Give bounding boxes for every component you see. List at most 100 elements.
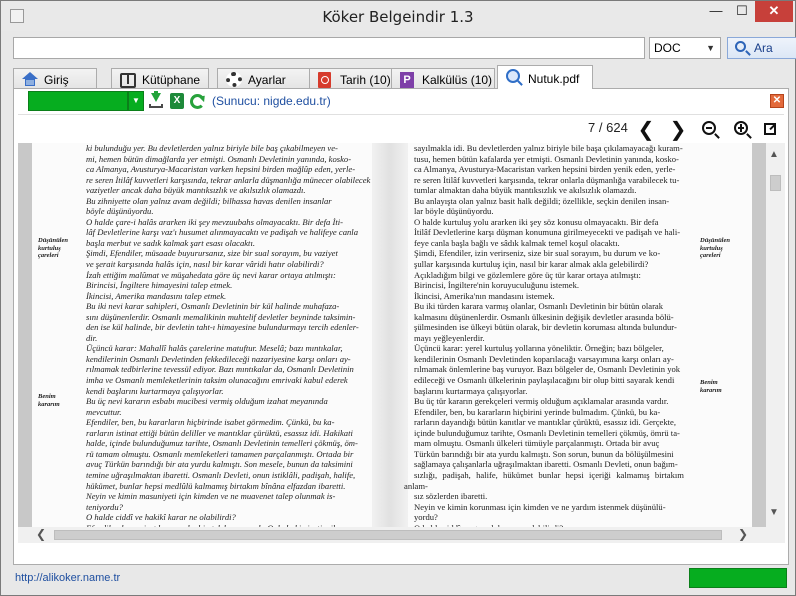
- text-line: sını düşünenlerdir. Osmanlı memalikinin …: [86, 311, 356, 322]
- close-button[interactable]: ✕: [755, 1, 793, 22]
- scroll-down-icon[interactable]: ▼: [769, 507, 779, 518]
- scroll-up-icon[interactable]: ▲: [769, 149, 779, 160]
- text-line: ca Almanya, Avusturya-Macaristan varken …: [414, 164, 676, 175]
- text-line: başlarını kurtarmaya çalışıyorlar.: [414, 385, 528, 396]
- text-line: Birincisi, İngiltere'nin koruyuculuğunu …: [414, 280, 580, 291]
- search-input[interactable]: [13, 37, 645, 59]
- format-select[interactable]: DOC ▼: [649, 37, 721, 59]
- text-line: O halde ciddî ve hakikî karar ne olabili…: [86, 512, 236, 523]
- tab-bar: Giriş Kütüphane Ayarlar Tarih (10) P Kal…: [13, 65, 789, 89]
- horizontal-scrollbar[interactable]: ❮ ❯: [18, 527, 766, 543]
- text-line: rarların dayandığı bütün kanıtlar ve man…: [414, 417, 677, 428]
- progress-bar: [689, 568, 787, 588]
- previous-page-icon[interactable]: ❮: [634, 117, 658, 141]
- home-icon: [22, 72, 38, 87]
- text-line: dir.: [86, 332, 98, 343]
- tab-kalkulus[interactable]: P Kalkülüs (10): [391, 68, 495, 89]
- text-line: rılmamak önlemlerine baş vuruyor. Bazı b…: [414, 364, 681, 375]
- text-line: vaziyetler ancak daha büyük mantıksızlık…: [86, 185, 306, 196]
- excel-icon[interactable]: X: [170, 93, 184, 109]
- page-separator: /: [598, 120, 603, 135]
- status-url[interactable]: http://alikoker.name.tr: [15, 572, 120, 584]
- text-line: sağlamaya çalışanlarla uğraşılmaktan iba…: [414, 459, 678, 470]
- text-line: edileceği ve Osmanlı ülkelerinin paylaşı…: [414, 375, 675, 386]
- text-line: feye canla başla bağlı ve sâdık kalmak t…: [414, 237, 620, 248]
- scroll-right-icon[interactable]: ❯: [738, 527, 748, 541]
- page-total: 624: [606, 120, 628, 135]
- text-line: sız sözlerden ibaretti.: [414, 491, 488, 502]
- download-icon[interactable]: [148, 91, 164, 109]
- vertical-scroll-thumb[interactable]: [770, 175, 781, 191]
- chevron-down-icon[interactable]: ▼: [128, 91, 144, 111]
- text-line: O halde kurtuluş yolu ararken iki şey sö…: [414, 216, 659, 227]
- vertical-scrollbar[interactable]: ▲ ▼: [766, 143, 785, 527]
- text-line: avuç Türkün barındığı bir ata yurdu kalm…: [86, 459, 353, 470]
- search-button[interactable]: Ara: [727, 37, 796, 59]
- tab-giris[interactable]: Giriş: [13, 68, 97, 89]
- tab-label: Kalkülüs (10): [422, 73, 493, 87]
- text-line: İkincisi, Amerika mandasını talep etmek.: [86, 290, 227, 301]
- text-line: O halde çare-i halâs ararken iki şey mev…: [86, 216, 343, 227]
- text-line: halde, içinde bulunduğumuz tarihte, Osma…: [86, 438, 358, 449]
- text-line: Efendiler, ben, bu kararların hiçbirinde…: [86, 417, 335, 428]
- text-line: kalmasını düşünenlerdir. Osmanlı ülkesin…: [414, 311, 674, 322]
- tab-tarih[interactable]: Tarih (10): [309, 68, 393, 89]
- tab-nutuk[interactable]: Nutuk.pdf: [497, 65, 593, 89]
- fit-page-icon[interactable]: [764, 123, 776, 135]
- text-line: Bu zihniyette olan yalnız avam değildi; …: [86, 195, 332, 206]
- refresh-icon[interactable]: [190, 94, 205, 109]
- app-window: Köker Belgeindir 1.3 — ☐ ✕ DOC ▼ Ara Gir…: [0, 0, 796, 596]
- text-line: re seren İtilâf kuvvetleri karşısında, t…: [86, 174, 371, 185]
- next-page-icon[interactable]: ❯: [666, 117, 690, 141]
- text-line: temine uğraşılmaktan ibaretti. Osmanlı D…: [86, 469, 356, 480]
- right-text-column: sayılmakla idi. Bu devletlerden yalnız b…: [404, 143, 684, 543]
- chevron-down-icon: ▼: [706, 43, 715, 53]
- minimize-button[interactable]: —: [703, 1, 729, 22]
- text-line: lar böyle düşünüyordu.: [414, 206, 494, 217]
- text-line: Bu iki türden karara varmış olanlar, Osm…: [414, 301, 664, 312]
- format-select-value: DOC: [654, 41, 681, 55]
- text-line: Bu iki nevi karar sahipleri, Osmanlı Dev…: [86, 301, 340, 312]
- text-line: İtilâf Devletlerine karşı düşman konumun…: [414, 227, 681, 238]
- close-tab-icon[interactable]: ✕: [770, 94, 784, 108]
- text-line: Birincisi, İngiltere himayesini talep et…: [86, 280, 233, 291]
- text-line: hükümet, bunlar hepsi medlûlü kalmamış b…: [86, 480, 346, 491]
- text-line: Üçüncü karar: yerel kurtuluş yollarına y…: [414, 343, 664, 354]
- search-doc-icon: [506, 69, 520, 83]
- text-line: Açıkladığım bilgi ve gözlemlere göre üç …: [414, 269, 641, 280]
- text-line: mevcuttur.: [86, 406, 122, 417]
- tab-kutuphane[interactable]: Kütüphane: [111, 68, 209, 89]
- source-combo[interactable]: [28, 91, 128, 111]
- text-line: rarların istinat ettiği bütün deliller v…: [86, 427, 353, 438]
- margin-note: Düşünülen kurtuluş çareleri: [700, 237, 730, 259]
- text-line: tusu, hemen bütün kafalarda yer etmişti.…: [414, 153, 679, 164]
- document-view[interactable]: ki bulunduğu yer. Bu devletlerden yalnız…: [18, 143, 785, 543]
- status-bar: http://alikoker.name.tr: [1, 565, 795, 595]
- zoom-out-icon[interactable]: [702, 121, 716, 135]
- scroll-left-icon[interactable]: ❮: [36, 527, 46, 541]
- margin-note: Düşünülen kurtuluş çareleri: [38, 237, 68, 259]
- maximize-button[interactable]: ☐: [729, 1, 755, 22]
- title-bar[interactable]: Köker Belgeindir 1.3 — ☐ ✕: [1, 1, 795, 31]
- text-line: İkincisi, Amerika'nın mandasını istemek.: [414, 290, 555, 301]
- tab-ayarlar[interactable]: Ayarlar: [217, 68, 311, 89]
- text-line: rü tamam olmuştu. Osmanlı memleketleri t…: [86, 448, 354, 459]
- zoom-in-icon[interactable]: [734, 121, 748, 135]
- server-label: (Sunucu: nigde.edu.tr): [212, 94, 331, 108]
- text-line: sızlığı, padişah, halife, hükümet bunlar…: [404, 469, 684, 491]
- text-line: Bu üç tür kararın gerekçeleri vermiş old…: [414, 396, 669, 407]
- search-button-label: Ara: [754, 41, 773, 55]
- horizontal-scroll-thumb[interactable]: [54, 530, 722, 540]
- text-line: mam olmuştu. Osmanlı ülkeleri tümüyle pa…: [414, 438, 660, 449]
- text-line: mayı yeğleyenlerdir.: [414, 332, 485, 343]
- search-bar: DOC ▼ Ara: [13, 37, 796, 61]
- text-line: böyle düşünüyordu.: [86, 206, 154, 217]
- purple-doc-icon: P: [400, 72, 414, 88]
- pdf-icon: [318, 72, 331, 88]
- viewer-toolbar: ▼ X (Sunucu: nigde.edu.tr) ✕: [18, 89, 784, 115]
- left-text-column: ki bulunduğu yer. Bu devletlerden yalnız…: [76, 143, 374, 543]
- text-line: imha ve Osmanlı memleketlerinin taksim o…: [86, 375, 348, 386]
- text-line: yordu?: [414, 512, 438, 523]
- page-indicator: 7 / 624: [588, 120, 628, 135]
- text-line: sayılmakla idi. Bu devletlerden yalnız b…: [414, 143, 683, 153]
